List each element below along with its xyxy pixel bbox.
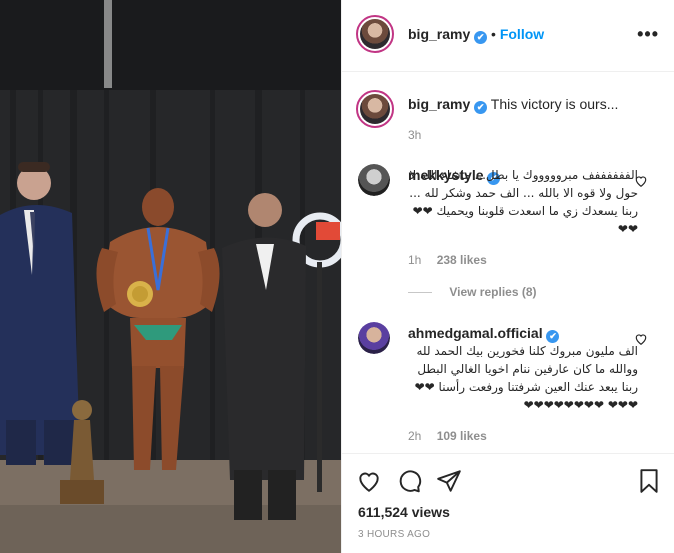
post-actions-bar: 611,524 views 3 HOURS AGO xyxy=(342,453,674,553)
heart-icon[interactable] xyxy=(356,468,382,494)
author-username[interactable]: big_ramy xyxy=(408,26,470,42)
follow-button[interactable]: Follow xyxy=(500,26,544,42)
comment-text: الففففففف مبروووووك يا بطل... ماشاء الله… xyxy=(409,168,638,236)
comment-text: الف مليون مبروك كلنا فخورين بيك الحمد لل… xyxy=(414,344,638,412)
caption: big_ramy ✔ This victory is ours... xyxy=(408,96,618,114)
bookmark-icon[interactable] xyxy=(636,468,662,494)
comment-meta: 2h 109 likes xyxy=(408,429,487,443)
verified-badge-icon: ✔ xyxy=(474,31,488,44)
caption-text: This victory is ours... xyxy=(490,96,619,112)
comment-like-heart-icon[interactable] xyxy=(634,174,648,188)
view-replies-button[interactable]: View replies (8) xyxy=(408,285,537,299)
header-separator: • xyxy=(491,26,500,42)
caption-username[interactable]: big_ramy xyxy=(408,96,470,112)
caption-time[interactable]: 3h xyxy=(408,128,421,142)
comment-likes[interactable]: 238 likes xyxy=(437,253,487,267)
commenter-avatar[interactable] xyxy=(358,164,390,196)
comment-meta: 1h 238 likes xyxy=(408,253,487,267)
comment-time[interactable]: 2h xyxy=(408,429,421,443)
share-icon[interactable] xyxy=(436,468,462,494)
view-replies-label: View replies (8) xyxy=(449,285,537,299)
comment-like-heart-icon[interactable] xyxy=(634,332,648,346)
post-timestamp[interactable]: 3 HOURS AGO xyxy=(358,529,430,540)
post-photo[interactable] xyxy=(0,0,341,553)
comment-header: ahmedgamal.official ✔ xyxy=(408,325,560,343)
comment-icon[interactable] xyxy=(396,468,422,494)
post-header: big_ramy ✔ • Follow ••• xyxy=(342,0,674,72)
commenter-avatar[interactable] xyxy=(358,322,390,354)
comment-time[interactable]: 1h xyxy=(408,253,421,267)
verified-badge-icon: ✔ xyxy=(474,101,488,114)
view-count[interactable]: 611,524 views xyxy=(358,504,450,520)
author-line: big_ramy ✔ • Follow xyxy=(408,26,544,44)
author-avatar[interactable] xyxy=(356,15,394,53)
more-options-icon[interactable]: ••• xyxy=(637,24,659,45)
comment-likes[interactable]: 109 likes xyxy=(437,429,487,443)
post-image-graphic xyxy=(0,0,341,553)
post-details-panel: big_ramy ✔ • Follow ••• big_ramy ✔ This … xyxy=(341,0,674,553)
caption-avatar[interactable] xyxy=(356,90,394,128)
replies-divider xyxy=(408,292,432,294)
comment-username[interactable]: ahmedgamal.official xyxy=(408,325,543,341)
